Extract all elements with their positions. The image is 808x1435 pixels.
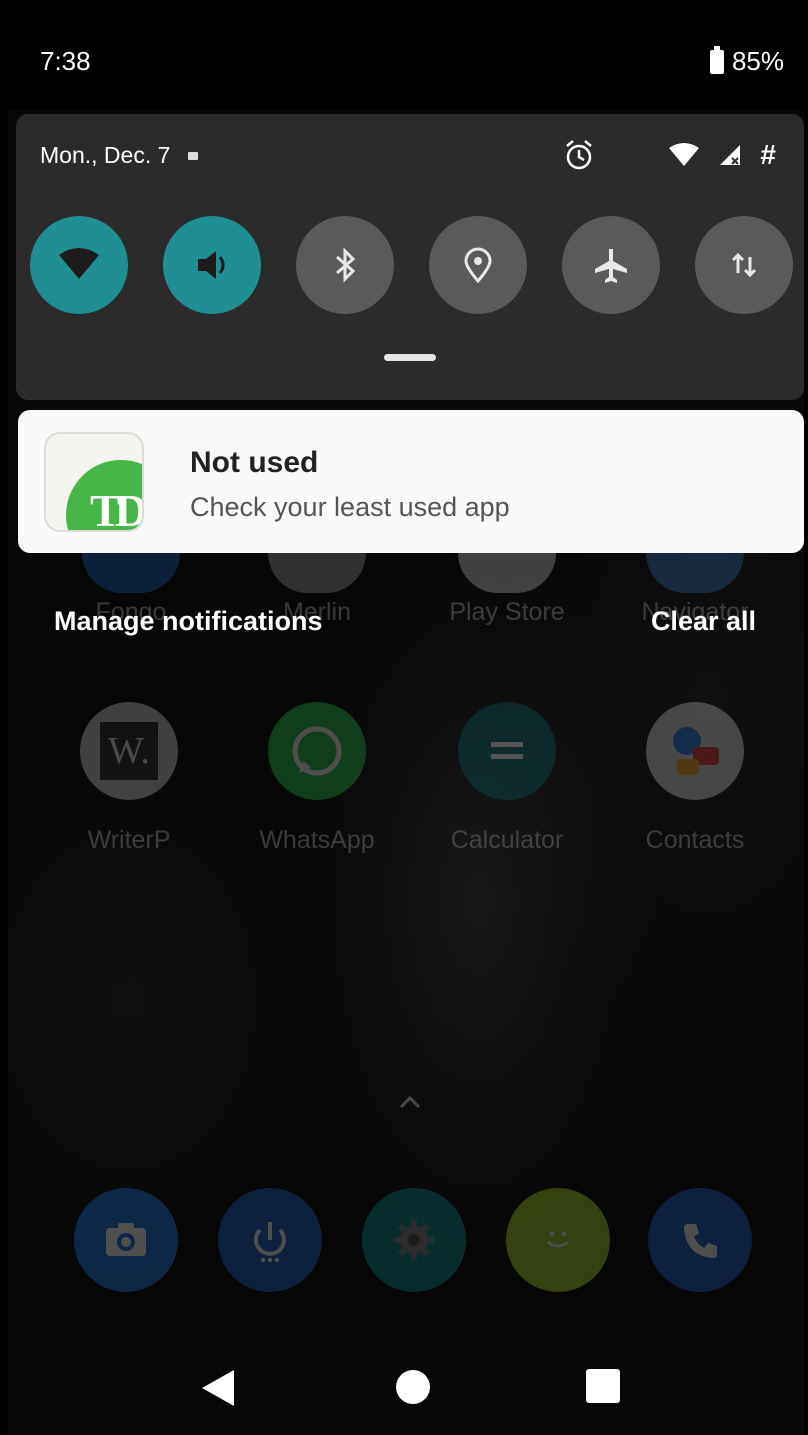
- status-bar: 7:38 85%: [0, 0, 808, 110]
- battery-status: 85%: [709, 45, 784, 77]
- notification-card[interactable]: TD Not used Check your least used app: [18, 410, 804, 553]
- td-logo-letters: TD: [90, 485, 142, 532]
- location-tile[interactable]: [429, 216, 527, 314]
- alarm-icon: [566, 140, 593, 170]
- quick-settings-panel: Mon., Dec. 7 #: [16, 114, 804, 400]
- clear-all-button[interactable]: Clear all: [651, 606, 756, 637]
- qs-status-icons: #: [564, 138, 776, 172]
- bluetooth-icon: [336, 247, 356, 283]
- qs-expand-handle[interactable]: [384, 354, 436, 361]
- location-icon: [464, 247, 492, 284]
- status-time: 7:38: [40, 46, 91, 76]
- recents-icon[interactable]: [586, 1369, 620, 1403]
- date-label: Mon., Dec. 7: [40, 142, 171, 168]
- sound-tile[interactable]: [163, 216, 261, 314]
- home-icon[interactable]: [396, 1370, 430, 1404]
- navigation-bar: [0, 1340, 808, 1435]
- mobile-data-tile[interactable]: [695, 216, 793, 314]
- volume-icon: [198, 251, 225, 279]
- qs-date-row[interactable]: Mon., Dec. 7: [40, 142, 199, 169]
- wifi-status-icon: [669, 143, 700, 166]
- hash-icon: #: [760, 139, 776, 170]
- airplane-mode-tile[interactable]: [562, 216, 660, 314]
- notification-title: Not used: [190, 446, 319, 479]
- notification-text: Check your least used app: [190, 492, 510, 522]
- airplane-icon: [595, 249, 627, 283]
- wifi-tile[interactable]: [30, 216, 128, 314]
- manage-notifications-button[interactable]: Manage notifications: [54, 606, 323, 637]
- wifi-icon: [59, 248, 99, 279]
- quick-settings-tiles: [30, 216, 793, 314]
- battery-icon: [709, 45, 724, 74]
- notification-indicator-icon: [188, 151, 199, 160]
- battery-percent: 85%: [731, 46, 784, 76]
- bluetooth-tile[interactable]: [296, 216, 394, 314]
- signal-icon: [720, 145, 741, 165]
- td-app-icon: TD: [44, 432, 144, 532]
- back-icon[interactable]: [200, 1368, 236, 1408]
- data-arrows-icon: [731, 252, 757, 278]
